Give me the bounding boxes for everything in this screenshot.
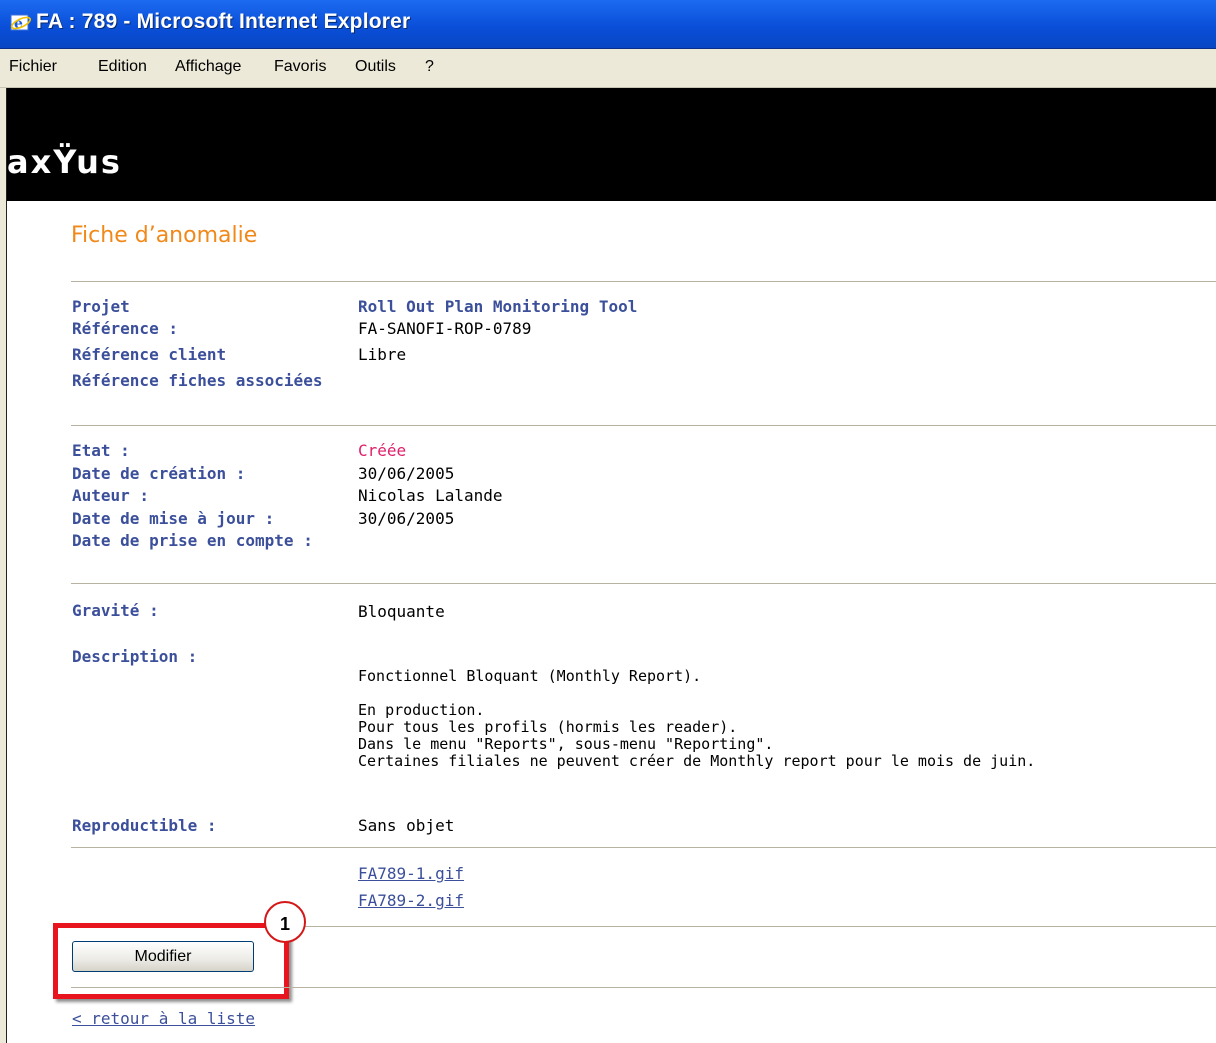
menu-help[interactable]: ? <box>425 58 434 76</box>
divider <box>71 281 1216 282</box>
creation-date-value: 30/06/2005 <box>358 464 455 483</box>
severity-label: Gravité : <box>72 601 159 620</box>
description-text: Fonctionnel Bloquant (Monthly Report). E… <box>358 667 1036 770</box>
creation-date-label: Date de création : <box>72 464 246 483</box>
reproducible-value: Sans objet <box>358 816 455 835</box>
divider <box>71 987 1216 988</box>
divider <box>71 847 1216 848</box>
attachment-link[interactable]: FA789-2.gif <box>358 891 464 910</box>
description-label: Description : <box>72 647 198 666</box>
client-reference-label: Référence client <box>72 345 227 364</box>
main-content: Fiche d’anomalie Projet Roll Out Plan Mo… <box>7 201 1216 1043</box>
window-left-border <box>0 88 7 1043</box>
menu-favoris[interactable]: Favoris <box>274 58 326 76</box>
author-label: Auteur : <box>72 486 150 505</box>
menu-bar: Fichier Edition Affichage Favoris Outils… <box>0 49 1216 88</box>
reference-label: Référence : <box>72 319 178 338</box>
project-value: Roll Out Plan Monitoring Tool <box>358 297 638 316</box>
state-value: Créée <box>358 441 407 460</box>
update-date-value: 30/06/2005 <box>358 509 455 528</box>
axyus-logo: axŸus <box>7 143 122 181</box>
callout-number-badge: 1 <box>264 901 306 943</box>
page-title: Fiche d’anomalie <box>71 223 258 248</box>
window-titlebar: e FA : 789 - Microsoft Internet Explorer <box>0 0 1216 49</box>
divider <box>71 583 1216 584</box>
update-date-label: Date de mise à jour : <box>72 509 275 528</box>
severity-value: Bloquante <box>358 602 445 621</box>
project-label: Projet <box>72 297 130 316</box>
divider <box>71 425 1216 426</box>
reproducible-label: Reproductible : <box>72 816 217 835</box>
menu-outils[interactable]: Outils <box>355 58 396 76</box>
linked-references-label: Référence fiches associées <box>72 371 323 390</box>
state-label: Etat : <box>72 441 130 460</box>
header-banner: axŸus <box>7 88 1216 201</box>
internet-explorer-icon: e <box>10 14 32 32</box>
menu-affichage[interactable]: Affichage <box>175 58 241 76</box>
window-title: FA : 789 - Microsoft Internet Explorer <box>36 10 411 33</box>
menu-fichier[interactable]: Fichier <box>9 58 57 76</box>
author-value: Nicolas Lalande <box>358 486 503 505</box>
acknowledgement-date-label: Date de prise en compte : <box>72 531 313 550</box>
reference-value: FA-SANOFI-ROP-0789 <box>358 319 532 338</box>
back-to-list-link[interactable]: < retour à la liste <box>72 1009 255 1028</box>
menu-edition[interactable]: Edition <box>98 58 147 76</box>
client-reference-value: Libre <box>358 345 407 364</box>
attachment-link[interactable]: FA789-1.gif <box>358 864 464 883</box>
